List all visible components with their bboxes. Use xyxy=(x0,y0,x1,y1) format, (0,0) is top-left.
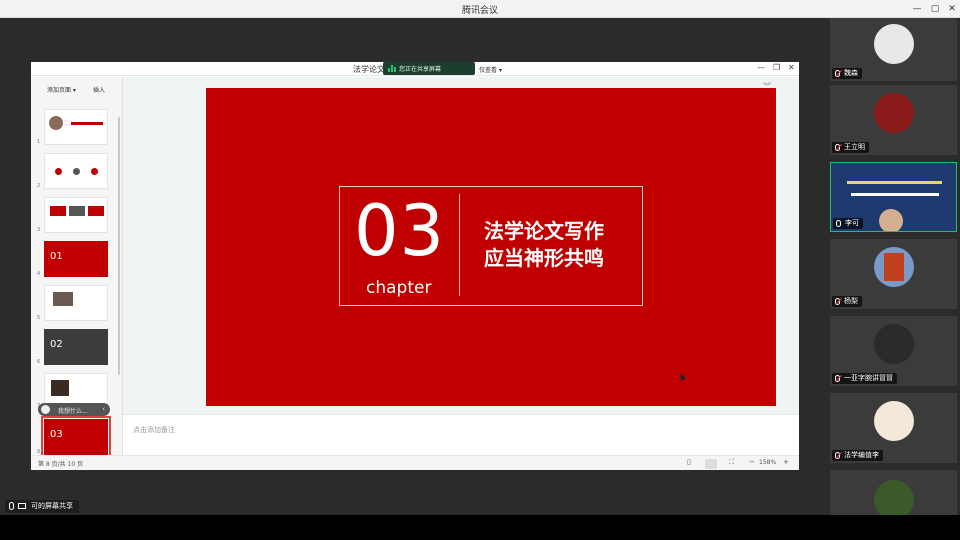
slide-thumbnail-6[interactable]: 02 6 xyxy=(37,329,108,365)
slide-number: 6 xyxy=(37,359,41,365)
mic-icon xyxy=(9,502,14,510)
view-only-label: 仅查看 xyxy=(479,67,498,74)
minimize-icon[interactable]: — xyxy=(757,63,765,72)
presenter-view-icon[interactable] xyxy=(705,459,717,469)
thumb-chapter-number: 03 xyxy=(50,429,63,440)
slide-thumbnail-8[interactable]: 03 8 xyxy=(37,416,111,458)
assistant-icon xyxy=(41,405,50,414)
avatar xyxy=(874,324,914,364)
mic-icon xyxy=(836,220,841,227)
participant-tile-4[interactable]: 杨梨 xyxy=(830,239,957,309)
slide-number: 1 xyxy=(37,139,41,145)
mic-muted-icon xyxy=(835,298,840,305)
close-icon[interactable]: ✕ xyxy=(788,63,795,72)
speaker-notes[interactable]: 点击添加备注 xyxy=(123,414,799,455)
mic-muted-icon xyxy=(835,70,840,77)
screen-icon xyxy=(18,503,26,509)
minimize-button[interactable]: — xyxy=(910,2,924,16)
zoom-in-button[interactable]: + xyxy=(783,458,789,466)
participant-name: 杨梨 xyxy=(832,296,862,307)
divider-line xyxy=(459,194,460,296)
participant-name: 魏森 xyxy=(832,68,862,79)
participant-tile-2[interactable]: 王立明 xyxy=(830,85,957,155)
thumb-chapter-number: 02 xyxy=(50,339,63,350)
add-page-button[interactable]: 添加页面 ▾ xyxy=(47,85,76,94)
shared-poster-stripe xyxy=(847,181,942,184)
avatar xyxy=(874,401,914,441)
chapter-number: 03 xyxy=(354,190,446,272)
screen-sharing-indicator[interactable]: 您正在共享屏幕 xyxy=(383,62,475,75)
slide-number: 4 xyxy=(37,271,41,277)
ai-assistant-tooltip[interactable]: 我想什么... ‹ xyxy=(38,403,110,416)
chevron-down-icon: ▾ xyxy=(498,67,502,74)
presentation-window: 法学论文 您正在共享屏幕 仅查看 ▾ — ❐ ✕ 添加页面 ▾ 插入 1 2 3… xyxy=(31,62,799,470)
chevron-left-icon[interactable]: ‹ xyxy=(102,405,105,413)
presentation-top-bar: 法学论文 您正在共享屏幕 仅查看 ▾ — ❐ ✕ xyxy=(31,62,799,76)
document-title: 法学论文 xyxy=(353,65,385,74)
screen-share-status[interactable]: 可的屏幕共享 xyxy=(5,500,79,513)
participant-tile-6[interactable]: 法学编值李 xyxy=(830,393,957,463)
thumb-chapter-number: 01 xyxy=(50,251,63,262)
participant-name: 李可 xyxy=(833,218,863,229)
mic-muted-icon xyxy=(835,452,840,459)
slide-thumbnail-1[interactable]: 1 xyxy=(37,109,108,145)
pagoda-image xyxy=(884,253,904,281)
window-title: 腾讯会议 xyxy=(461,6,498,16)
current-slide: 03 chapter 法学论文写作 应当神形共鸣 xyxy=(206,88,776,406)
heading-line-2: 应当神形共鸣 xyxy=(484,246,604,270)
participant-tile-7[interactable] xyxy=(830,470,957,515)
bottom-black-bar xyxy=(0,515,960,540)
slide-number: 5 xyxy=(37,315,41,321)
participant-name: 一亚字腕讲冒冒 xyxy=(832,373,897,384)
add-page-label: 添加页面 xyxy=(47,87,72,94)
slide-thumbnail-pane: 添加页面 ▾ 插入 1 2 3 01 4 5 02 6 03 8 xyxy=(31,77,123,458)
participant-name: 王立明 xyxy=(832,142,869,153)
mouse-cursor-icon xyxy=(677,372,687,381)
insert-button[interactable]: 插入 xyxy=(93,85,105,94)
thumbnail-scrollbar[interactable] xyxy=(118,117,120,375)
avatar xyxy=(874,93,914,133)
status-bar: 第 8 页/共 10 页 ▯ ⛶ − 158% + xyxy=(31,455,799,470)
fit-window-icon[interactable]: ⛶ xyxy=(729,458,734,467)
normal-view-icon[interactable]: ▯ xyxy=(687,458,691,466)
view-only-dropdown[interactable]: 仅查看 ▾ xyxy=(479,65,502,74)
close-button[interactable]: ✕ xyxy=(945,2,959,16)
avatar xyxy=(874,24,914,64)
slide-thumbnail-2[interactable]: 2 xyxy=(37,153,108,189)
participant-name: 法学编值李 xyxy=(832,450,883,461)
slide-thumbnail-4[interactable]: 01 4 xyxy=(37,241,108,277)
slide-heading: 法学论文写作 应当神形共鸣 xyxy=(484,218,644,272)
chapter-label: chapter xyxy=(366,278,432,298)
slide-number: 3 xyxy=(37,227,41,233)
share-status-text: 可的屏幕共享 xyxy=(31,502,73,510)
share-tag-text: 您正在共享屏幕 xyxy=(399,66,442,73)
participant-tile-1[interactable]: 魏森 xyxy=(830,18,957,81)
sharing-bars-icon xyxy=(388,65,396,72)
notes-placeholder: 点击添加备注 xyxy=(133,426,175,434)
slide-canvas: ︾ 03 chapter 法学论文写作 应当神形共鸣 xyxy=(123,77,799,414)
slide-thumbnail-3[interactable]: 3 xyxy=(37,197,108,233)
title-bar: 腾讯会议 — ▢ ✕ xyxy=(0,0,960,18)
tencent-meeting-window: 腾讯会议 — ▢ ✕ 法学论文 您正在共享屏幕 仅查看 ▾ — ❐ ✕ 添加页面… xyxy=(0,0,960,540)
participant-sidebar: 魏森 王立明 李可 杨梨 一亚字腕讲冒冒 法学编值李 xyxy=(824,18,960,515)
speaker-face xyxy=(879,209,903,231)
participant-tile-3[interactable]: 李可 xyxy=(830,162,957,232)
page-indicator: 第 8 页/共 10 页 xyxy=(38,461,84,468)
slide-thumbnail-5[interactable]: 5 xyxy=(37,285,108,321)
mic-muted-icon xyxy=(835,375,840,382)
zoom-out-button[interactable]: − xyxy=(749,458,755,466)
restore-icon[interactable]: ❐ xyxy=(773,63,780,72)
slide-number: 2 xyxy=(37,183,41,189)
avatar xyxy=(874,480,914,515)
shared-poster-text xyxy=(851,193,939,196)
zoom-level: 158% xyxy=(759,459,777,466)
maximize-button[interactable]: ▢ xyxy=(928,2,942,16)
tooltip-text: 我想什么... xyxy=(58,408,88,415)
heading-line-1: 法学论文写作 xyxy=(484,219,604,243)
mic-muted-icon xyxy=(835,144,840,151)
participant-tile-5[interactable]: 一亚字腕讲冒冒 xyxy=(830,316,957,386)
